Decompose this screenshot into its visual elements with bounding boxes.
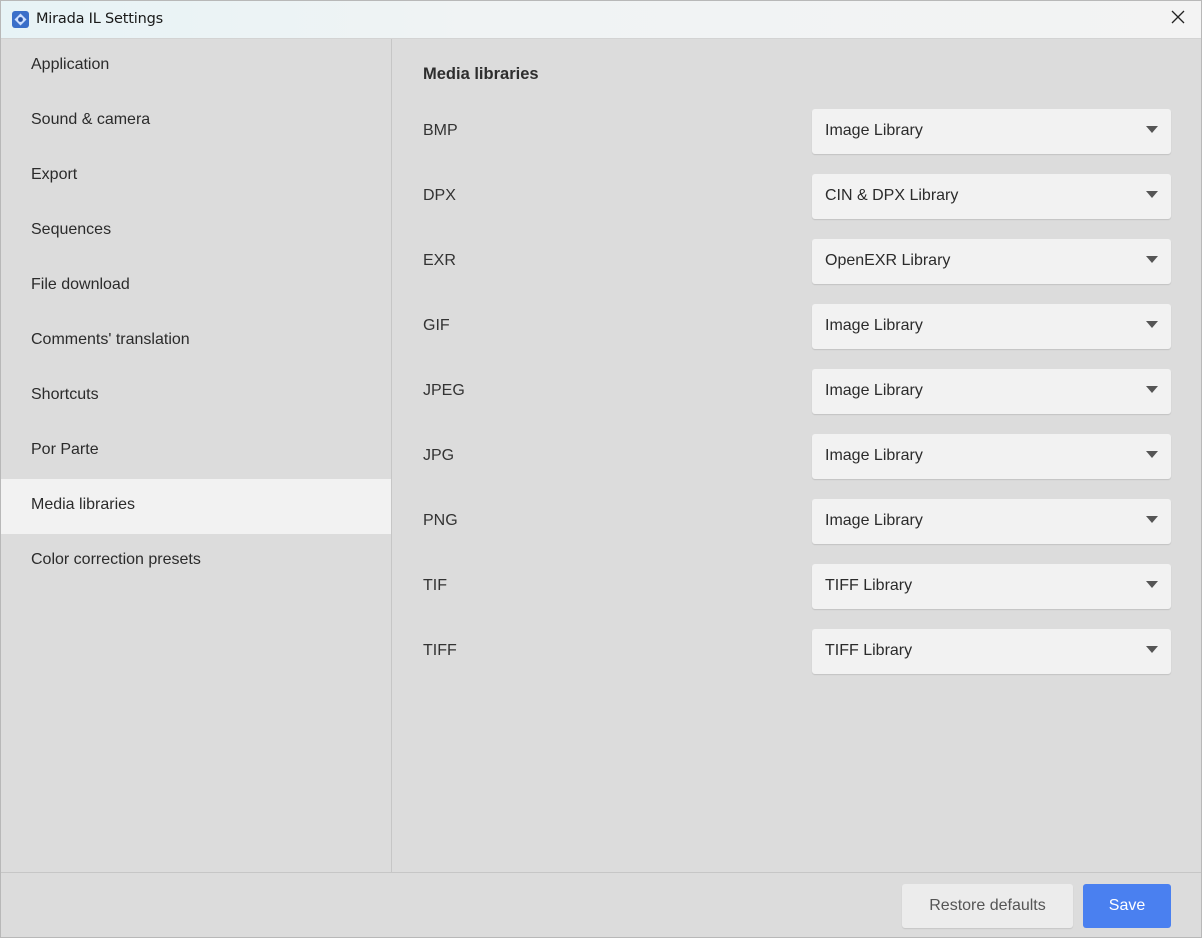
format-label: EXR	[423, 252, 456, 269]
library-select[interactable]: Image Library	[812, 109, 1171, 154]
sidebar-item-label: Application	[31, 56, 110, 73]
sidebar-item-export[interactable]: Export	[1, 149, 391, 204]
sidebar-item-label: Sound & camera	[31, 111, 151, 128]
sidebar-item-file-download[interactable]: File download	[1, 259, 391, 314]
library-select[interactable]: TIFF Library	[812, 629, 1171, 674]
library-row: EXR OpenEXR Library	[392, 239, 1201, 285]
sidebar-item-shortcuts[interactable]: Shortcuts	[1, 369, 391, 424]
library-row: GIF Image Library	[392, 304, 1201, 350]
sidebar-item-color-correction-presets[interactable]: Color correction presets	[1, 534, 391, 589]
format-label: JPEG	[423, 382, 465, 399]
sidebar-item-label: Media libraries	[31, 496, 136, 513]
format-label: DPX	[423, 187, 456, 204]
sidebar-item-media-libraries[interactable]: Media libraries	[1, 479, 391, 534]
caret-down-icon	[1146, 516, 1158, 523]
library-select[interactable]: OpenEXR Library	[812, 239, 1171, 284]
library-select-value: Image Library	[825, 447, 923, 464]
sidebar-item-label: Por Parte	[31, 441, 99, 458]
mirada-app-icon	[11, 10, 30, 29]
sidebar-item-por-parte[interactable]: Por Parte	[1, 424, 391, 479]
library-select-value: Image Library	[825, 317, 923, 334]
library-row: TIFF TIFF Library	[392, 629, 1201, 675]
format-label: GIF	[423, 317, 450, 334]
library-select[interactable]: Image Library	[812, 499, 1171, 544]
page-title: Media libraries	[423, 65, 539, 83]
library-select-value: OpenEXR Library	[825, 252, 951, 269]
caret-down-icon	[1146, 581, 1158, 588]
library-select[interactable]: CIN & DPX Library	[812, 174, 1171, 219]
library-select[interactable]: Image Library	[812, 369, 1171, 414]
format-label: BMP	[423, 122, 458, 139]
caret-down-icon	[1146, 451, 1158, 458]
title-bar: Mirada IL Settings	[1, 1, 1201, 39]
library-row: PNG Image Library	[392, 499, 1201, 545]
library-select-value: TIFF Library	[825, 577, 913, 594]
library-row: DPX CIN & DPX Library	[392, 174, 1201, 220]
sidebar-item-sound-camera[interactable]: Sound & camera	[1, 94, 391, 149]
format-label: TIFF	[423, 642, 457, 659]
sidebar-item-label: Shortcuts	[31, 386, 99, 403]
caret-down-icon	[1146, 256, 1158, 263]
format-label: JPG	[423, 447, 455, 464]
save-button[interactable]: Save	[1083, 884, 1171, 928]
sidebar-item-label: Comments' translation	[31, 331, 190, 348]
library-select[interactable]: Image Library	[812, 434, 1171, 479]
restore-defaults-button[interactable]: Restore defaults	[902, 884, 1073, 928]
library-row: JPG Image Library	[392, 434, 1201, 480]
main-content: Media libraries BMP Image Library DPX CI…	[392, 39, 1201, 872]
close-button[interactable]	[1155, 1, 1201, 38]
library-select-value: CIN & DPX Library	[825, 187, 959, 204]
caret-down-icon	[1146, 646, 1158, 653]
footer-bar: Restore defaults Save	[1, 872, 1201, 937]
sidebar-item-comments-translation[interactable]: Comments' translation	[1, 314, 391, 369]
library-row: JPEG Image Library	[392, 369, 1201, 415]
caret-down-icon	[1146, 321, 1158, 328]
sidebar-item-application[interactable]: Application	[1, 39, 391, 94]
library-select-value: Image Library	[825, 382, 923, 399]
library-select[interactable]: Image Library	[812, 304, 1171, 349]
library-row: TIF TIFF Library	[392, 564, 1201, 610]
sidebar-item-label: Color correction presets	[31, 551, 201, 568]
library-select-value: TIFF Library	[825, 642, 913, 659]
caret-down-icon	[1146, 191, 1158, 198]
sidebar-item-label: File download	[31, 276, 130, 293]
library-row: BMP Image Library	[392, 109, 1201, 155]
sidebar-item-label: Sequences	[31, 221, 112, 238]
library-select[interactable]: TIFF Library	[812, 564, 1171, 609]
format-label: PNG	[423, 512, 458, 529]
sidebar: Application Sound & camera Export Sequen…	[1, 39, 392, 872]
library-select-value: Image Library	[825, 512, 923, 529]
sidebar-item-label: Export	[31, 166, 78, 183]
window-title: Mirada IL Settings	[36, 11, 163, 27]
caret-down-icon	[1146, 126, 1158, 133]
close-icon	[1171, 10, 1185, 29]
caret-down-icon	[1146, 386, 1158, 393]
library-select-value: Image Library	[825, 122, 923, 139]
settings-window: Mirada IL Settings Application Sound & c…	[0, 0, 1202, 938]
format-label: TIF	[423, 577, 447, 594]
sidebar-item-sequences[interactable]: Sequences	[1, 204, 391, 259]
